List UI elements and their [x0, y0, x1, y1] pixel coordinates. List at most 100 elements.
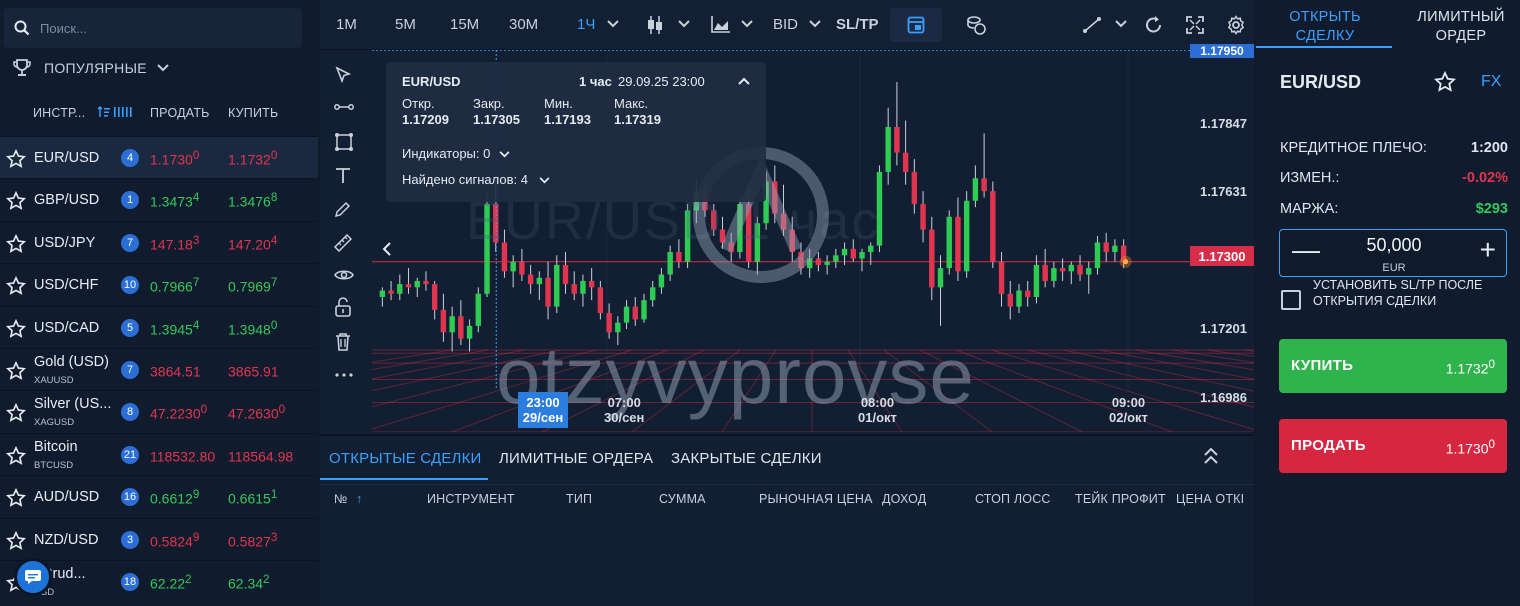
tab-open-trades[interactable]: ОТКРЫТЫЕ СДЕЛКИ [329, 450, 482, 467]
instrument-row[interactable]: GBP/USD 1 1.34734 1.34768 [0, 178, 318, 220]
instrument-row[interactable]: Gold (USD) XAUUSD 7 3864.51 3865.91 [0, 347, 318, 390]
buy-button[interactable]: КУПИТЬ 1.17320 [1279, 339, 1507, 393]
tab-limit-order[interactable]: ЛИМИТНЫЙ ОРДЕР [1406, 8, 1516, 46]
tab-limit-orders[interactable]: ЛИМИТНЫЕ ОРДЕРА [499, 450, 653, 467]
instrument-row[interactable]: USD/JPY 7 147.183 147.204 [0, 220, 318, 263]
instrument-row[interactable]: USD/CHF 10 0.79667 0.79697 [0, 263, 318, 305]
timeframe-15m[interactable]: 15M [450, 16, 479, 33]
star-icon[interactable] [6, 191, 26, 211]
sort-icon[interactable] [97, 105, 137, 122]
chevron-up-icon[interactable] [738, 77, 750, 85]
chevron-down-icon[interactable] [539, 177, 550, 184]
pencil-icon[interactable] [334, 200, 352, 218]
sltp-checkbox[interactable] [1281, 290, 1301, 310]
buy-price[interactable]: 1.17320 [228, 149, 277, 168]
segment-icon[interactable] [334, 102, 354, 112]
tab-open-trade[interactable]: ОТКРЫТЬ СДЕЛКУ [1272, 8, 1378, 46]
collapse-up-icon[interactable] [1203, 446, 1219, 466]
increase-button[interactable]: + [1480, 234, 1496, 266]
star-icon[interactable] [1434, 71, 1456, 93]
col-market-price[interactable]: РЫНОЧНАЯ ЦЕНА [759, 492, 873, 506]
buy-price[interactable]: 1.39480 [228, 319, 277, 338]
col-open-price[interactable]: ЦЕНА ОТКІ [1176, 492, 1254, 506]
star-icon[interactable] [6, 360, 26, 381]
indicators-dropdown[interactable]: Индикаторы: 0 [402, 146, 490, 161]
star-icon[interactable] [6, 403, 26, 423]
rectangle-tool-icon[interactable] [334, 132, 354, 152]
trash-icon[interactable] [334, 332, 352, 352]
instrument-row[interactable]: USD/CAD 5 1.39454 1.39480 [0, 305, 318, 348]
popular-dropdown[interactable]: ПОПУЛЯРНЫЕ [12, 58, 169, 78]
undo-icon[interactable] [1144, 15, 1164, 35]
sell-price[interactable]: 1.17300 [150, 149, 199, 168]
sltp-toggle[interactable]: SL/TP [836, 16, 879, 33]
sell-price[interactable]: 1.34734 [150, 191, 199, 210]
buy-price[interactable]: 3865.91 [228, 361, 279, 380]
star-icon[interactable] [6, 276, 26, 296]
more-icon[interactable] [334, 372, 354, 378]
timeframe-1m[interactable]: 1M [336, 16, 357, 33]
amount-input[interactable] [1330, 235, 1458, 256]
col-type[interactable]: ТИП [566, 492, 592, 506]
sell-price[interactable]: 147.183 [150, 234, 199, 253]
col-take-profit[interactable]: ТЕЙК ПРОФИТ [1075, 492, 1166, 506]
area-chart-icon[interactable] [711, 15, 731, 33]
search-input[interactable] [40, 20, 280, 36]
sell-button[interactable]: ПРОДАТЬ 1.17300 [1279, 419, 1507, 473]
buy-price[interactable]: 47.26300 [228, 403, 285, 422]
sort-arrow-icon[interactable]: ↑ [356, 492, 362, 506]
instrument-row[interactable]: EUR/USD 4 1.17300 1.17320 [0, 136, 318, 179]
cursor-icon[interactable] [334, 66, 352, 84]
chat-button[interactable] [14, 558, 52, 596]
search-box[interactable] [4, 8, 302, 48]
col-buy[interactable]: КУПИТЬ [228, 106, 278, 120]
instrument-row[interactable]: Silver (US... XAGUSD 8 47.22300 47.26300 [0, 390, 318, 432]
chevron-down-icon[interactable] [499, 151, 510, 158]
instrument-row[interactable]: AUD/USD 16 0.66129 0.66151 [0, 475, 318, 517]
sell-price[interactable]: 62.222 [150, 573, 192, 592]
col-amount[interactable]: СУММА [659, 492, 706, 506]
sell-price[interactable]: 0.66129 [150, 488, 199, 507]
col-instrument[interactable]: ИНСТР... [33, 106, 85, 120]
star-icon[interactable] [6, 488, 26, 508]
chevron-down-icon[interactable] [809, 20, 821, 28]
star-icon[interactable] [6, 318, 26, 339]
chevron-left-icon[interactable] [382, 242, 392, 256]
sell-price[interactable]: 47.22300 [150, 403, 207, 422]
coins-icon[interactable] [966, 15, 986, 35]
line-tool-icon[interactable] [1082, 16, 1102, 34]
buy-price[interactable]: 0.66151 [228, 488, 277, 507]
unlock-icon[interactable] [334, 296, 352, 318]
eye-icon[interactable] [334, 268, 354, 282]
star-icon[interactable] [6, 445, 26, 466]
sell-price[interactable]: 118532.80 [150, 446, 215, 464]
instrument-row[interactable]: Bitcoin BTCUSD 21 118532.80 118564.98 [0, 432, 318, 475]
ruler-icon[interactable] [334, 234, 352, 252]
col-number[interactable]: № [334, 492, 348, 506]
star-icon[interactable] [6, 530, 26, 551]
timeframe-1h[interactable]: 1Ч [577, 16, 595, 33]
buy-price[interactable]: 118564.98 [228, 446, 293, 464]
buy-price[interactable]: 1.34768 [228, 191, 277, 210]
sell-price[interactable]: 0.79667 [150, 276, 199, 295]
col-profit[interactable]: ДОХОД [882, 492, 926, 506]
col-instrument[interactable]: ИНСТРУМЕНТ [427, 492, 515, 506]
sell-price[interactable]: 1.39454 [150, 319, 199, 338]
fullscreen-icon[interactable] [1186, 16, 1204, 34]
buy-price[interactable]: 62.342 [228, 573, 270, 592]
chevron-down-icon[interactable] [741, 20, 753, 28]
chevron-down-icon[interactable] [1115, 20, 1127, 28]
layout-button[interactable] [890, 8, 942, 42]
buy-price[interactable]: 0.79697 [228, 276, 277, 295]
col-sell[interactable]: ПРОДАТЬ [150, 106, 210, 120]
gear-icon[interactable] [1226, 15, 1246, 35]
text-tool-icon[interactable] [334, 166, 352, 184]
instrument-row[interactable]: NZD/USD 3 0.58249 0.58273 [0, 517, 318, 560]
sell-price[interactable]: 0.58249 [150, 531, 199, 550]
sell-price[interactable]: 3864.51 [150, 361, 201, 380]
timeframe-5m[interactable]: 5M [395, 16, 416, 33]
buy-price[interactable]: 0.58273 [228, 531, 277, 550]
buy-price[interactable]: 147.204 [228, 234, 277, 253]
signals-dropdown[interactable]: Найдено сигналов: 4 [402, 172, 528, 187]
chevron-down-icon[interactable] [607, 20, 619, 28]
